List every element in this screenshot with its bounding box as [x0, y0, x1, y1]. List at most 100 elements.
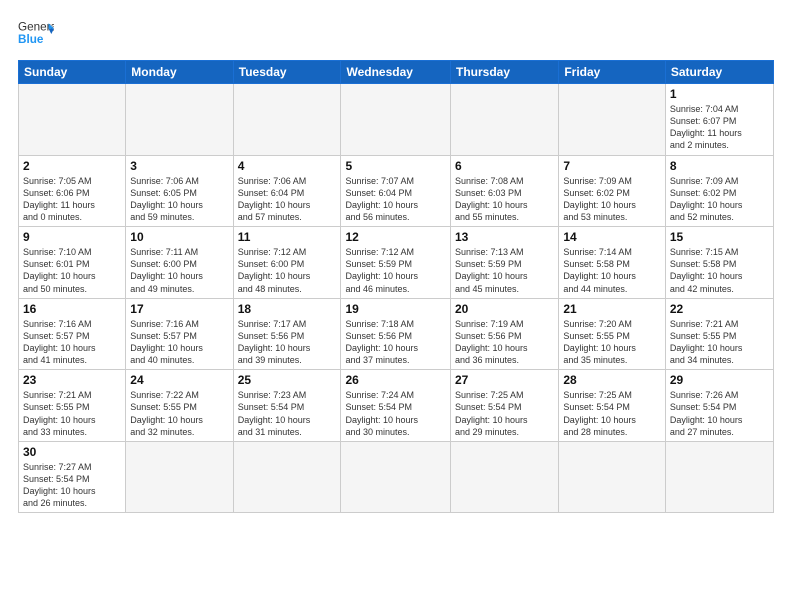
day-info: Sunrise: 7:16 AM Sunset: 5:57 PM Dayligh… — [23, 318, 121, 367]
page: General Blue SundayMondayTuesdayWednesda… — [0, 0, 792, 612]
day-number: 4 — [238, 159, 337, 173]
calendar-day-cell: 3 Sunrise: 7:06 AM Sunset: 6:05 PM Daylig… — [126, 155, 233, 227]
day-info: Sunrise: 7:26 AM Sunset: 5:54 PM Dayligh… — [670, 389, 769, 438]
weekday-header-sunday: Sunday — [19, 61, 126, 84]
day-number: 18 — [238, 302, 337, 316]
calendar-day-cell — [233, 84, 341, 156]
calendar-day-cell: 23 Sunrise: 7:21 AM Sunset: 5:55 PM Dayli… — [19, 370, 126, 442]
day-info: Sunrise: 7:05 AM Sunset: 6:06 PM Dayligh… — [23, 175, 121, 224]
day-number: 25 — [238, 373, 337, 387]
calendar-day-cell — [451, 84, 559, 156]
day-info: Sunrise: 7:17 AM Sunset: 5:56 PM Dayligh… — [238, 318, 337, 367]
day-info: Sunrise: 7:14 AM Sunset: 5:58 PM Dayligh… — [563, 246, 661, 295]
calendar-week-row: 16 Sunrise: 7:16 AM Sunset: 5:57 PM Dayli… — [19, 298, 774, 370]
calendar-week-row: 23 Sunrise: 7:21 AM Sunset: 5:55 PM Dayli… — [19, 370, 774, 442]
calendar-week-row: 1 Sunrise: 7:04 AM Sunset: 6:07 PM Daylig… — [19, 84, 774, 156]
day-info: Sunrise: 7:12 AM Sunset: 6:00 PM Dayligh… — [238, 246, 337, 295]
calendar-day-cell: 24Sunrise: 7:22 AM Sunset: 5:55 PM Dayli… — [126, 370, 233, 442]
day-info: Sunrise: 7:24 AM Sunset: 5:54 PM Dayligh… — [345, 389, 446, 438]
calendar-day-cell: 12 Sunrise: 7:12 AM Sunset: 5:59 PM Dayli… — [341, 227, 451, 299]
calendar-day-cell — [126, 84, 233, 156]
day-number: 19 — [345, 302, 446, 316]
calendar-day-cell: 26Sunrise: 7:24 AM Sunset: 5:54 PM Dayli… — [341, 370, 451, 442]
calendar-day-cell: 11Sunrise: 7:12 AM Sunset: 6:00 PM Dayli… — [233, 227, 341, 299]
day-info: Sunrise: 7:20 AM Sunset: 5:55 PM Dayligh… — [563, 318, 661, 367]
weekday-header-monday: Monday — [126, 61, 233, 84]
calendar-day-cell — [233, 441, 341, 513]
day-info: Sunrise: 7:09 AM Sunset: 6:02 PM Dayligh… — [563, 175, 661, 224]
calendar-day-cell: 2Sunrise: 7:05 AM Sunset: 6:06 PM Daylig… — [19, 155, 126, 227]
calendar-day-cell: 6 Sunrise: 7:08 AM Sunset: 6:03 PM Daylig… — [451, 155, 559, 227]
calendar-day-cell: 14Sunrise: 7:14 AM Sunset: 5:58 PM Dayli… — [559, 227, 666, 299]
calendar-day-cell — [665, 441, 773, 513]
day-number: 3 — [130, 159, 228, 173]
day-info: Sunrise: 7:23 AM Sunset: 5:54 PM Dayligh… — [238, 389, 337, 438]
day-info: Sunrise: 7:06 AM Sunset: 6:04 PM Dayligh… — [238, 175, 337, 224]
calendar-day-cell: 19Sunrise: 7:18 AM Sunset: 5:56 PM Dayli… — [341, 298, 451, 370]
day-info: Sunrise: 7:11 AM Sunset: 6:00 PM Dayligh… — [130, 246, 228, 295]
day-info: Sunrise: 7:06 AM Sunset: 6:05 PM Dayligh… — [130, 175, 228, 224]
calendar-day-cell: 13 Sunrise: 7:13 AM Sunset: 5:59 PM Dayli… — [451, 227, 559, 299]
day-info: Sunrise: 7:25 AM Sunset: 5:54 PM Dayligh… — [455, 389, 554, 438]
day-number: 29 — [670, 373, 769, 387]
day-number: 22 — [670, 302, 769, 316]
calendar-day-cell — [126, 441, 233, 513]
day-number: 24 — [130, 373, 228, 387]
calendar-day-cell: 9Sunrise: 7:10 AM Sunset: 6:01 PM Daylig… — [19, 227, 126, 299]
day-number: 8 — [670, 159, 769, 173]
calendar-day-cell: 30Sunrise: 7:27 AM Sunset: 5:54 PM Dayli… — [19, 441, 126, 513]
day-number: 16 — [23, 302, 121, 316]
day-number: 17 — [130, 302, 228, 316]
day-number: 13 — [455, 230, 554, 244]
calendar-day-cell: 17 Sunrise: 7:16 AM Sunset: 5:57 PM Dayli… — [126, 298, 233, 370]
calendar-day-cell: 18 Sunrise: 7:17 AM Sunset: 5:56 PM Dayli… — [233, 298, 341, 370]
day-number: 23 — [23, 373, 121, 387]
calendar-day-cell — [341, 441, 451, 513]
calendar-week-row: 2Sunrise: 7:05 AM Sunset: 6:06 PM Daylig… — [19, 155, 774, 227]
day-number: 7 — [563, 159, 661, 173]
day-number: 1 — [670, 87, 769, 101]
calendar-day-cell: 22 Sunrise: 7:21 AM Sunset: 5:55 PM Dayli… — [665, 298, 773, 370]
weekday-header-wednesday: Wednesday — [341, 61, 451, 84]
calendar-week-row: 9Sunrise: 7:10 AM Sunset: 6:01 PM Daylig… — [19, 227, 774, 299]
day-info: Sunrise: 7:08 AM Sunset: 6:03 PM Dayligh… — [455, 175, 554, 224]
weekday-header-friday: Friday — [559, 61, 666, 84]
weekday-header-saturday: Saturday — [665, 61, 773, 84]
day-info: Sunrise: 7:27 AM Sunset: 5:54 PM Dayligh… — [23, 461, 121, 510]
logo: General Blue — [18, 16, 58, 52]
calendar-day-cell: 4 Sunrise: 7:06 AM Sunset: 6:04 PM Daylig… — [233, 155, 341, 227]
day-number: 15 — [670, 230, 769, 244]
calendar-day-cell: 8 Sunrise: 7:09 AM Sunset: 6:02 PM Daylig… — [665, 155, 773, 227]
day-info: Sunrise: 7:21 AM Sunset: 5:55 PM Dayligh… — [670, 318, 769, 367]
day-info: Sunrise: 7:04 AM Sunset: 6:07 PM Dayligh… — [670, 103, 769, 152]
day-info: Sunrise: 7:09 AM Sunset: 6:02 PM Dayligh… — [670, 175, 769, 224]
svg-text:Blue: Blue — [18, 33, 44, 46]
day-info: Sunrise: 7:13 AM Sunset: 5:59 PM Dayligh… — [455, 246, 554, 295]
calendar-day-cell: 15 Sunrise: 7:15 AM Sunset: 5:58 PM Dayli… — [665, 227, 773, 299]
calendar-day-cell: 1 Sunrise: 7:04 AM Sunset: 6:07 PM Daylig… — [665, 84, 773, 156]
day-number: 6 — [455, 159, 554, 173]
day-info: Sunrise: 7:10 AM Sunset: 6:01 PM Dayligh… — [23, 246, 121, 295]
day-info: Sunrise: 7:19 AM Sunset: 5:56 PM Dayligh… — [455, 318, 554, 367]
calendar-day-cell: 5 Sunrise: 7:07 AM Sunset: 6:04 PM Daylig… — [341, 155, 451, 227]
calendar-day-cell: 20 Sunrise: 7:19 AM Sunset: 5:56 PM Dayli… — [451, 298, 559, 370]
calendar-day-cell: 29 Sunrise: 7:26 AM Sunset: 5:54 PM Dayli… — [665, 370, 773, 442]
day-info: Sunrise: 7:12 AM Sunset: 5:59 PM Dayligh… — [345, 246, 446, 295]
day-number: 12 — [345, 230, 446, 244]
calendar-day-cell — [559, 84, 666, 156]
calendar-day-cell — [451, 441, 559, 513]
generalblue-logo-icon: General Blue — [18, 16, 54, 52]
day-info: Sunrise: 7:16 AM Sunset: 5:57 PM Dayligh… — [130, 318, 228, 367]
day-number: 5 — [345, 159, 446, 173]
day-info: Sunrise: 7:15 AM Sunset: 5:58 PM Dayligh… — [670, 246, 769, 295]
day-number: 28 — [563, 373, 661, 387]
calendar-week-row: 30Sunrise: 7:27 AM Sunset: 5:54 PM Dayli… — [19, 441, 774, 513]
day-info: Sunrise: 7:07 AM Sunset: 6:04 PM Dayligh… — [345, 175, 446, 224]
calendar-day-cell: 27 Sunrise: 7:25 AM Sunset: 5:54 PM Dayli… — [451, 370, 559, 442]
day-number: 20 — [455, 302, 554, 316]
calendar-day-cell: 21Sunrise: 7:20 AM Sunset: 5:55 PM Dayli… — [559, 298, 666, 370]
calendar-day-cell — [559, 441, 666, 513]
day-number: 27 — [455, 373, 554, 387]
day-info: Sunrise: 7:21 AM Sunset: 5:55 PM Dayligh… — [23, 389, 121, 438]
day-info: Sunrise: 7:25 AM Sunset: 5:54 PM Dayligh… — [563, 389, 661, 438]
